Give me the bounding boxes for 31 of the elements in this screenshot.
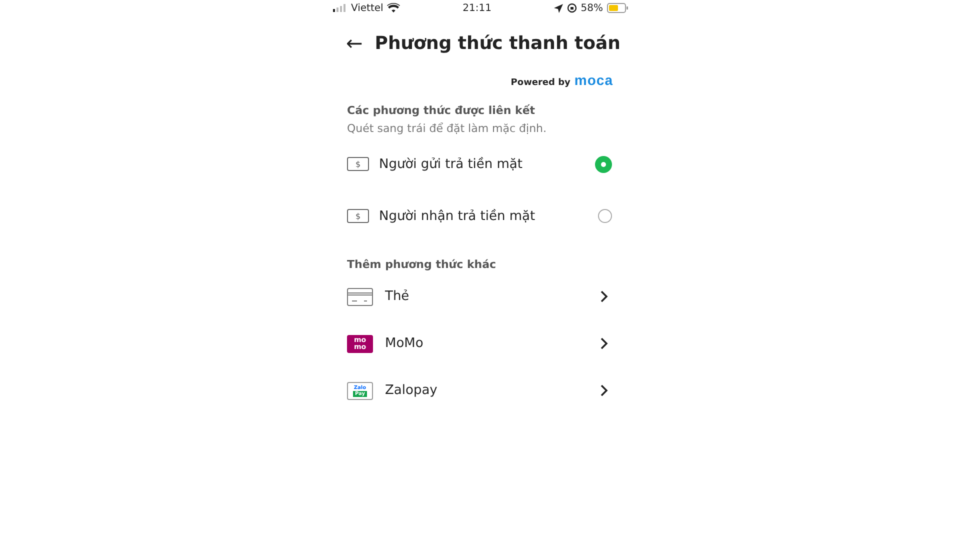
- card-icon: [347, 288, 373, 306]
- section-heading: Thêm phương thức khác: [347, 258, 498, 271]
- payment-method-row[interactable]: Thẻ: [347, 273, 613, 320]
- radio-button[interactable]: [598, 209, 612, 223]
- powered-by-label: Powered by: [510, 78, 570, 88]
- page-title: Phương thức thanh toán: [374, 32, 620, 54]
- method-label: Zalopay: [385, 383, 438, 398]
- payment-method-row[interactable]: $ Người nhận trả tiền mặt: [347, 190, 613, 242]
- battery-icon: [606, 3, 628, 13]
- method-label: MoMo: [385, 336, 424, 351]
- back-button[interactable]: ←: [346, 33, 363, 53]
- cash-icon: $: [347, 157, 369, 171]
- rotation-lock-icon: [566, 3, 577, 13]
- chevron-right-icon: [600, 384, 608, 397]
- chevron-right-icon: [600, 337, 608, 350]
- radio-button[interactable]: [595, 156, 612, 172]
- wifi-icon: [387, 3, 400, 13]
- method-label: Người nhận trả tiền mặt: [379, 208, 536, 224]
- section-hint: Quét sang trái để đặt làm mặc định.: [347, 122, 548, 135]
- signal-icon: [333, 4, 347, 12]
- cash-icon: $: [347, 209, 369, 223]
- battery-percent: 58%: [580, 2, 603, 14]
- status-time: 21:11: [462, 2, 492, 14]
- method-label: Thẻ: [385, 289, 410, 304]
- brand-logo: moca: [574, 72, 613, 88]
- section-heading: Các phương thức được liên kết: [347, 104, 536, 117]
- location-arrow-icon: [554, 4, 563, 12]
- method-label: Người gửi trả tiền mặt: [379, 156, 524, 172]
- chevron-right-icon: [600, 290, 608, 303]
- carrier-name: Viettel: [351, 2, 384, 14]
- payment-method-row[interactable]: $ Người gửi trả tiền mặt: [347, 138, 613, 190]
